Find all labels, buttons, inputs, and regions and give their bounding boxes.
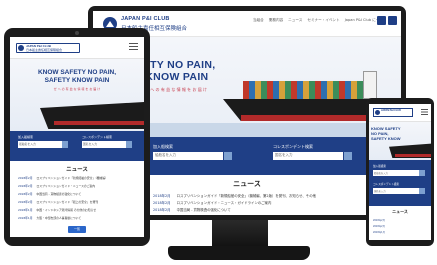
news-text[interactable]: 中国当局 - 貨物検査の強化について bbox=[37, 192, 82, 196]
club-name-en[interactable]: JAPAN P&I CLUB bbox=[121, 16, 170, 22]
ship-hull-stripe bbox=[395, 154, 431, 157]
correspondent-search-label: コレスポンデント検索 bbox=[373, 183, 399, 186]
news-item[interactable]: 2018年2月 中国当局 - 貨物検査の強化について bbox=[18, 192, 81, 196]
club-logo-icon bbox=[375, 110, 380, 115]
news-text[interactable]: ロスプリベンションガイド「新規船舶の安全」（機械編） bbox=[37, 176, 108, 180]
news-item[interactable]: 2018年2月 中国当局 - 貨物検査の強化について bbox=[153, 207, 231, 212]
phone-hero: KNOW SAFETY NO PAIN, SAFETY KNOW bbox=[369, 122, 431, 160]
correspondent-search-input[interactable]: 国名を入力 bbox=[273, 152, 343, 160]
phone-news: ニュース 2018年2月 2018年2月 2018年1月 bbox=[369, 206, 431, 240]
news-more-button[interactable]: 一覧 bbox=[68, 226, 86, 233]
news-date[interactable]: 2018年1月 bbox=[373, 230, 385, 234]
tablet-header: JAPAN P&I CLUB 日本船主責任相互保険組合 bbox=[10, 37, 144, 59]
hamburger-menu-icon[interactable] bbox=[129, 43, 138, 51]
tablet-device: JAPAN P&I CLUB 日本船主責任相互保険組合 KNOW SAFETY … bbox=[4, 28, 150, 246]
hero-title-line: SAFETY KNOW bbox=[371, 135, 401, 141]
news-date: 2018年2月 bbox=[18, 184, 33, 188]
desktop-nav: 当組合 業務内容 ニュース セミナー・イベント Japan P&I Club に… bbox=[253, 18, 387, 23]
tablet-logo[interactable]: JAPAN P&I CLUB 日本船主責任相互保険組合 bbox=[16, 43, 80, 53]
hero-subtitle: ぜ へ の 有 益 な 情 報 を お 届 け bbox=[53, 87, 101, 91]
ship-search-button[interactable] bbox=[419, 170, 425, 176]
tablet-search-band: 加入船検索 船舶名を入力 コレスポンデント検索 国名を入力 bbox=[10, 131, 144, 161]
correspondent-search-button[interactable] bbox=[344, 152, 352, 160]
news-item[interactable]: 2018年1月 大阪・中部支部の人事異動について bbox=[18, 216, 81, 220]
news-date: 2018年2月 bbox=[18, 192, 33, 196]
correspondent-search-label: コレスポンデント検索 bbox=[273, 144, 313, 149]
news-date: 2018年2月 bbox=[18, 200, 33, 204]
news-heading: ニュース bbox=[66, 167, 88, 173]
ship-search-label: 加入船検索 bbox=[373, 165, 386, 168]
correspondent-search-label: コレスポンデント検索 bbox=[82, 135, 113, 139]
tablet-camera bbox=[75, 31, 79, 35]
correspondent-search-input[interactable]: 国名を入力 bbox=[373, 188, 419, 194]
ship-hull-stripe bbox=[54, 121, 144, 125]
nav-item[interactable]: 当組合 bbox=[253, 18, 264, 23]
news-text[interactable]: 中国・インドネシア港湾情報 その他のお知らせ bbox=[37, 208, 97, 212]
nav-item[interactable]: 業務内容 bbox=[269, 18, 283, 23]
news-item[interactable]: 2018年2月 ロスプリベンションガイド・ニュースのご案内 bbox=[18, 184, 95, 188]
monitor-stand-neck bbox=[212, 220, 268, 248]
news-text[interactable]: 中国当局 - 貨物検査の強化について bbox=[177, 208, 231, 212]
ship-search-input[interactable]: 船舶名を入力 bbox=[373, 170, 419, 176]
news-item[interactable]: 2018年1月 中国・インドネシア港湾情報 その他のお知らせ bbox=[18, 208, 96, 212]
hamburger-menu-icon[interactable] bbox=[421, 109, 428, 115]
news-date: 2018年2月 bbox=[18, 176, 33, 180]
news-item[interactable]: 2018年2月 ロスプリベンションガイド「新規船舶の安全」（機械編） bbox=[18, 176, 108, 180]
tablet-news: ニュース 2018年2月 ロスプリベンションガイド「新規船舶の安全」（機械編） 2… bbox=[10, 161, 144, 237]
nav-item[interactable]: セミナー・イベント bbox=[307, 18, 339, 23]
ship-search-button[interactable] bbox=[224, 152, 232, 160]
hero-subtitle: ぜ へ の 有 益 な 情 報 を お 届 け bbox=[145, 87, 207, 92]
club-logo-icon bbox=[18, 45, 24, 51]
correspondent-search-input[interactable]: 国名を入力 bbox=[82, 141, 126, 148]
news-date: 2018年2月 bbox=[153, 201, 171, 205]
phone-header: JAPAN P&I CLUB bbox=[369, 104, 431, 122]
news-text[interactable]: ロスプリベンションガイド「新規船舶の安全」（機械編、第2版）を発刊、お知らせ、そ… bbox=[177, 194, 316, 198]
search-icon[interactable] bbox=[388, 16, 397, 25]
ship-search-input[interactable]: 船舶名を入力 bbox=[18, 141, 62, 148]
phone-device: JAPAN P&I CLUB KNOW SAFETY NO PAIN, SAFE… bbox=[366, 98, 434, 246]
news-text[interactable]: ロスプリベンションガイド・ニュースのご案内 bbox=[37, 184, 96, 188]
hero-title-line: KNOW SAFETY NO PAIN, bbox=[37, 69, 117, 76]
language-icon[interactable] bbox=[377, 16, 386, 25]
ship-search-label: 加入船検索 bbox=[153, 144, 173, 149]
phone-search-band: 加入船検索 船舶名を入力 コレスポンデント検索 国名を入力 bbox=[369, 160, 431, 206]
monitor-stand-base bbox=[168, 246, 310, 260]
news-date[interactable]: 2018年2月 bbox=[373, 218, 385, 222]
news-text[interactable]: ロスプリベンションガイド「船上の安全」を発刊 bbox=[37, 200, 99, 204]
nav-item[interactable]: ニュース bbox=[288, 18, 302, 23]
news-text[interactable]: 大阪・中部支部の人事異動について bbox=[37, 216, 82, 220]
tablet-hero: KNOW SAFETY NO PAIN, SAFETY KNOW PAIN ぜ … bbox=[10, 59, 144, 131]
header-icons bbox=[377, 16, 397, 25]
news-date: 2018年1月 bbox=[18, 216, 33, 220]
device-mockup: JAPAN P&I CLUB 日本船主責任相互保険組合 当組合 業務内容 ニュー… bbox=[0, 0, 437, 265]
news-item[interactable]: 2018年2月 ロスプリベンションガイド・ニュース・ガイドラインのご案内 bbox=[153, 200, 271, 205]
club-name-en: JAPAN P&I CLUB bbox=[381, 109, 401, 112]
ship-search-input[interactable]: 船舶名を入力 bbox=[153, 152, 223, 160]
ship-search-button[interactable] bbox=[62, 141, 68, 148]
news-item[interactable]: 2018年2月 ロスプリベンションガイド「船上の安全」を発刊 bbox=[18, 200, 98, 204]
hero-title: KNOW SAFETY NO PAIN, SAFETY KNOW bbox=[371, 126, 401, 141]
news-date: 2018年2月 bbox=[153, 194, 171, 198]
phone-screen: JAPAN P&I CLUB KNOW SAFETY NO PAIN, SAFE… bbox=[369, 104, 431, 240]
correspondent-search-button[interactable] bbox=[126, 141, 132, 148]
news-text[interactable]: ロスプリベンションガイド・ニュース・ガイドラインのご案内 bbox=[177, 201, 272, 205]
news-date: 2018年1月 bbox=[18, 208, 33, 212]
hero-title: KNOW SAFETY NO PAIN, SAFETY KNOW PAIN bbox=[14, 69, 140, 84]
ship-search-label: 加入船検索 bbox=[18, 135, 34, 139]
news-date: 2018年2月 bbox=[153, 208, 171, 212]
hero-title-line: SAFETY KNOW PAIN bbox=[44, 76, 110, 84]
tablet-screen: JAPAN P&I CLUB 日本船主責任相互保険組合 KNOW SAFETY … bbox=[10, 37, 144, 237]
news-heading: ニュース bbox=[392, 209, 408, 214]
correspondent-search-button[interactable] bbox=[419, 188, 425, 194]
news-item[interactable]: 2018年2月 ロスプリベンションガイド「新規船舶の安全」（機械編、第2版）を発刊… bbox=[153, 193, 316, 198]
ship-bridge bbox=[363, 71, 377, 99]
phone-logo[interactable]: JAPAN P&I CLUB bbox=[373, 108, 413, 117]
ship-containers bbox=[243, 81, 373, 99]
club-name-ja: 日本船主責任相互保険組合 bbox=[26, 48, 63, 52]
news-date[interactable]: 2018年2月 bbox=[373, 224, 385, 228]
